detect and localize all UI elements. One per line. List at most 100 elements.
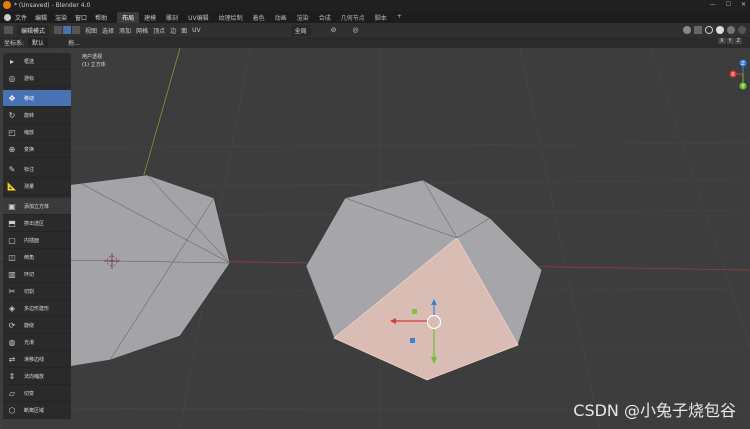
rendered-shading-icon[interactable] xyxy=(738,26,746,34)
menu-add[interactable]: 添加 xyxy=(119,26,131,35)
tool-smooth[interactable]: ◍ 光滑 xyxy=(3,334,71,351)
vertex-select-icon[interactable] xyxy=(54,26,63,34)
tool-transform[interactable]: ⊕ 变换 xyxy=(3,141,71,158)
tab-compositing[interactable]: 合成 xyxy=(314,12,336,23)
spin-icon: ⟳ xyxy=(8,320,16,330)
select-mode-buttons[interactable] xyxy=(54,26,81,34)
loop-cut-icon: ▥ xyxy=(8,269,16,279)
tool-rotate[interactable]: ↻ 旋转 xyxy=(3,107,71,124)
tool-poly-build[interactable]: ◈ 多边形建形 xyxy=(3,300,71,317)
tool-extrude[interactable]: ⬒ 挤出选区 xyxy=(3,215,71,232)
menu-help[interactable]: 帮助 xyxy=(95,13,107,22)
menu-mesh[interactable]: 网格 xyxy=(136,26,148,35)
tool-knife[interactable]: ✂ 切割 xyxy=(3,283,71,300)
viewport-canvas[interactable] xyxy=(0,48,750,429)
minimize-icon[interactable]: — xyxy=(710,1,716,8)
tool-edge-slide[interactable]: ⇌ 滑移边线 xyxy=(3,351,71,368)
drag-select[interactable]: 拖... xyxy=(68,38,80,47)
tab-shading[interactable]: 着色 xyxy=(248,12,270,23)
add-cube-icon: ▣ xyxy=(8,201,16,211)
snap-icon[interactable]: ⊘ xyxy=(331,26,337,34)
tool-spin[interactable]: ⟳ 旋绕 xyxy=(3,317,71,334)
tab-scripting[interactable]: 脚本 xyxy=(370,12,392,23)
menu-vertex[interactable]: 顶点 xyxy=(153,26,165,35)
menu-file[interactable]: 文件 xyxy=(15,13,27,22)
axis-lock-y-button[interactable]: Y xyxy=(726,38,734,44)
tool-inset[interactable]: ▢ 内插面 xyxy=(3,232,71,249)
menu-view[interactable]: 视图 xyxy=(85,26,97,35)
shear-icon: ▱ xyxy=(8,388,16,398)
tool-label: 框选 xyxy=(24,58,35,65)
axis-lock-x-button[interactable]: X xyxy=(718,38,726,44)
tab-animation[interactable]: 动画 xyxy=(270,12,292,23)
knife-icon: ✂ xyxy=(8,286,16,296)
tool-label: 内插面 xyxy=(24,237,40,244)
transform-orientation-select[interactable]: 全局 xyxy=(290,24,311,36)
tool-scale[interactable]: ◰ 缩放 xyxy=(3,124,71,141)
cursor-icon: ◎ xyxy=(8,73,16,83)
xray-icon[interactable] xyxy=(694,26,702,34)
close-icon[interactable]: ✕ xyxy=(741,1,746,8)
transform-icon: ⊕ xyxy=(8,144,16,154)
tool-label: 添加立方体 xyxy=(24,203,50,210)
wireframe-shading-icon[interactable] xyxy=(705,26,713,34)
mode-select[interactable]: 编辑模式 xyxy=(17,24,50,36)
menu-edit[interactable]: 编辑 xyxy=(35,13,47,22)
axis-lock-z-button[interactable]: Z xyxy=(734,38,742,44)
tool-bevel[interactable]: ◫ 倒角 xyxy=(3,249,71,266)
tool-select-box[interactable]: ▸ 框选 xyxy=(3,53,71,70)
tab-rendering[interactable]: 渲染 xyxy=(292,12,314,23)
tab-modeling[interactable]: 建模 xyxy=(139,12,161,23)
toolbar: ▸ 框选 ◎ 游标 ✥ 移动 ↻ 旋转 ◰ 缩放 ⊕ 变换 ✎ 标注 📐 测量 ▣ 添加立方体 ⬒ 挤出选区 ▢ 内插面 ◫… xyxy=(3,53,71,419)
tab-texture-paint[interactable]: 纹理绘制 xyxy=(214,12,248,23)
poly-build-icon: ◈ xyxy=(8,303,16,313)
overlays-icon[interactable] xyxy=(683,26,691,34)
navigation-gizmo[interactable]: Z X Y xyxy=(728,58,750,94)
tool-shear[interactable]: ▱ 切变 xyxy=(3,385,71,402)
tool-label: 游标 xyxy=(24,75,35,82)
maximize-icon[interactable]: ☐ xyxy=(726,1,731,8)
menu-render[interactable]: 渲染 xyxy=(55,13,67,22)
tool-label: 旋转 xyxy=(24,112,35,119)
tool-measure[interactable]: 📐 测量 xyxy=(3,178,71,195)
tool-rip-region[interactable]: ⬡ 断离区域 xyxy=(3,402,71,419)
tab-sculpting[interactable]: 雕刻 xyxy=(161,12,183,23)
tab-uv-editing[interactable]: UV编辑 xyxy=(183,12,214,23)
tab-geometry-nodes[interactable]: 几何节点 xyxy=(336,12,370,23)
view-name: 用户透视 xyxy=(82,54,103,60)
menu-select[interactable]: 选择 xyxy=(102,26,114,35)
move-icon: ✥ xyxy=(8,93,16,103)
tool-label: 标注 xyxy=(24,166,35,173)
tool-cursor[interactable]: ◎ 游标 xyxy=(3,70,71,87)
proportional-edit-icon[interactable]: ◎ xyxy=(353,26,359,34)
watermark: CSDN @小兔子烧包谷 xyxy=(573,401,736,420)
menu-window[interactable]: 窗口 xyxy=(75,13,87,22)
viewport-header: 编辑模式 视图 选择 添加 网格 顶点 边 面 UV 全局 ⊘ ◎ xyxy=(0,23,750,37)
tool-shrink-fatten[interactable]: ⇕ 法向缩放 xyxy=(3,368,71,385)
inset-icon: ▢ xyxy=(8,235,16,245)
tool-label: 挤出选区 xyxy=(24,220,45,227)
tool-add-cube[interactable]: ▣ 添加立方体 xyxy=(3,198,71,215)
smooth-icon: ◍ xyxy=(8,337,16,347)
edge-select-icon[interactable] xyxy=(63,26,72,34)
measure-icon: 📐 xyxy=(7,181,17,191)
menu-face[interactable]: 面 xyxy=(181,26,187,35)
window-controls: — ☐ ✕ xyxy=(710,1,746,8)
blender-menu-icon[interactable] xyxy=(4,13,11,21)
material-shading-icon[interactable] xyxy=(727,26,735,34)
menu-uv[interactable]: UV xyxy=(192,27,201,34)
rip-region-icon: ⬡ xyxy=(8,405,16,415)
face-select-icon[interactable] xyxy=(72,26,81,34)
add-workspace-button[interactable]: + xyxy=(392,12,407,23)
solid-shading-icon[interactable] xyxy=(716,26,724,34)
tab-layout[interactable]: 布局 xyxy=(117,11,140,23)
tool-move[interactable]: ✥ 移动 xyxy=(3,90,71,107)
tool-label: 滑移边线 xyxy=(24,356,45,363)
editor-type-icon[interactable] xyxy=(4,26,13,34)
tool-loop-cut[interactable]: ▥ 环切 xyxy=(3,266,71,283)
select-box-icon: ▸ xyxy=(9,56,14,66)
tool-label: 旋绕 xyxy=(24,322,35,329)
coord-system-select[interactable]: 默认 xyxy=(28,38,49,47)
tool-annotate[interactable]: ✎ 标注 xyxy=(3,161,71,178)
menu-edge[interactable]: 边 xyxy=(170,26,176,35)
